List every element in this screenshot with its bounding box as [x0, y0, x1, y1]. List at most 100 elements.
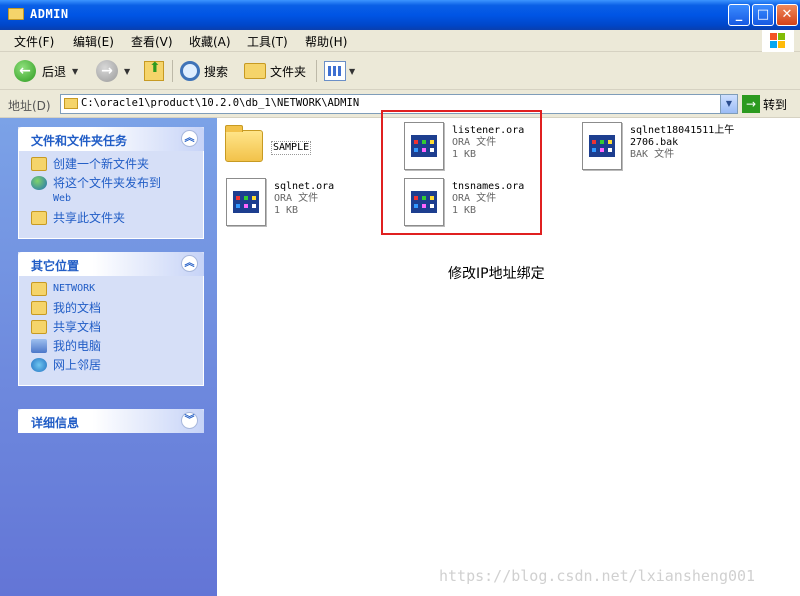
config-file-icon [226, 178, 266, 226]
menu-view[interactable]: 查看(V) [131, 33, 173, 50]
folder-icon [225, 125, 263, 162]
watermark: https://blog.csdn.net/lxiansheng001 [439, 567, 756, 585]
address-value[interactable]: C:\oracle1\product\10.2.0\db_1\NETWORK\A… [81, 97, 359, 109]
share-folder-label: 共享此文件夹 [53, 211, 126, 225]
place-network-label: NETWORK [53, 283, 96, 294]
annotation-text: 修改IP地址绑定 [448, 266, 545, 282]
go-arrow-icon: → [742, 95, 760, 113]
network-places-icon [31, 358, 47, 372]
highlight-box [381, 110, 542, 235]
toolbar-divider [172, 60, 173, 82]
chevron-down-icon[interactable]: ▼ [349, 67, 355, 76]
back-arrow-icon: ← [14, 60, 36, 82]
chevron-down-icon[interactable]: ▼ [72, 67, 78, 76]
back-button[interactable]: ← 后退 ▼ [14, 59, 78, 83]
back-label: 后退 [42, 64, 67, 79]
close-button[interactable]: ✕ [776, 4, 798, 26]
places-panel: 其它位置 ︽ NETWORK 我的文档 共享文档 我的电脑 网上邻居 [18, 252, 204, 386]
details-panel: 详细信息 ︾ [18, 409, 204, 433]
windows-logo-icon [762, 30, 794, 52]
folders-button[interactable]: 文件夹 [244, 59, 306, 83]
task-pane: 文件和文件夹任务 ︽ 创建一个新文件夹 将这个文件夹发布到 Web 共享此文件夹 [0, 118, 217, 596]
maximize-button[interactable]: □ [752, 4, 774, 26]
window-title: ADMIN [30, 7, 69, 21]
file-item-sample[interactable]: SAMPLE [225, 122, 312, 162]
file-list[interactable]: SAMPLE listener.ora ORA 文件 1 KB sqlnet18… [217, 110, 800, 596]
menu-bar: 文件(F) 编辑(E) 查看(V) 收藏(A) 工具(T) 帮助(H) [0, 30, 800, 52]
menu-edit[interactable]: 编辑(E) [73, 33, 114, 50]
folder-icon [31, 282, 47, 296]
toolbar-divider [316, 60, 317, 82]
search-label: 搜索 [204, 64, 229, 79]
file-name: SAMPLE [271, 141, 312, 155]
search-button[interactable]: 搜索 [180, 59, 228, 83]
toolbar: ← 后退 ▼ → ▼ 搜索 文件夹 ▼ [0, 52, 800, 90]
file-name: sqlnet.ora [274, 181, 335, 192]
publish-web-label: 将这个文件夹发布到 [53, 176, 162, 190]
folders-label: 文件夹 [270, 64, 307, 79]
config-file-icon [582, 122, 622, 170]
folder-icon [8, 8, 24, 20]
place-my-computer-link[interactable]: 我的电脑 [31, 339, 203, 353]
tasks-panel-title: 文件和文件夹任务 [31, 134, 128, 148]
places-panel-title: 其它位置 [31, 259, 80, 273]
places-panel-header[interactable]: 其它位置 ︽ [18, 252, 204, 276]
publish-web-text: 将这个文件夹发布到 Web [53, 176, 161, 206]
place-network-places-link[interactable]: 网上邻居 [31, 358, 203, 372]
file-type: ORA 文件 [274, 193, 319, 204]
share-folder-icon [31, 211, 47, 225]
chevron-up-icon[interactable]: ︽ [181, 130, 198, 147]
publish-web-label-web: Web [53, 193, 72, 204]
title-bar[interactable]: ADMIN _ □ ✕ [0, 0, 800, 30]
file-size: 1 KB [274, 205, 299, 216]
place-shared-documents-label: 共享文档 [53, 320, 102, 334]
tasks-panel-body: 创建一个新文件夹 将这个文件夹发布到 Web 共享此文件夹 [18, 151, 204, 239]
go-button[interactable]: → 转到 [742, 95, 787, 113]
forward-button[interactable]: → ▼ [96, 59, 130, 83]
place-network-link[interactable]: NETWORK [31, 282, 203, 296]
up-folder-icon [144, 60, 164, 81]
forward-arrow-icon: → [96, 60, 118, 82]
menu-tools[interactable]: 工具(T) [247, 33, 288, 50]
views-icon [324, 61, 346, 81]
go-label: 转到 [763, 97, 788, 112]
chevron-down-icon[interactable]: ▼ [720, 95, 737, 113]
place-my-documents-link[interactable]: 我的文档 [31, 301, 203, 315]
globe-icon [31, 176, 47, 190]
up-folder-button[interactable] [144, 59, 164, 83]
shared-documents-icon [31, 320, 47, 334]
file-name: sqlnet18041511上午 [630, 125, 735, 136]
place-my-computer-label: 我的电脑 [53, 339, 102, 353]
address-label: 地址(D) [8, 99, 51, 113]
menu-file[interactable]: 文件(F) [14, 33, 54, 50]
views-button[interactable]: ▼ [324, 59, 355, 83]
my-documents-icon [31, 301, 47, 315]
tasks-panel: 文件和文件夹任务 ︽ 创建一个新文件夹 将这个文件夹发布到 Web 共享此文件夹 [18, 127, 204, 239]
file-item-sqlnet[interactable]: sqlnet.ora ORA 文件 1 KB [226, 178, 334, 226]
folder-icon [64, 98, 78, 109]
search-icon [180, 61, 200, 81]
menu-help[interactable]: 帮助(H) [305, 33, 347, 50]
place-shared-documents-link[interactable]: 共享文档 [31, 320, 203, 334]
details-panel-header[interactable]: 详细信息 ︾ [18, 409, 204, 433]
minimize-button[interactable]: _ [728, 4, 750, 26]
details-panel-title: 详细信息 [31, 416, 80, 430]
place-my-documents-label: 我的文档 [53, 301, 102, 315]
file-name-line2: 2706.bak [630, 137, 679, 148]
new-folder-icon [31, 157, 47, 171]
publish-web-link[interactable]: 将这个文件夹发布到 Web [31, 176, 203, 206]
chevron-down-icon[interactable]: ▼ [124, 67, 130, 76]
places-panel-body: NETWORK 我的文档 共享文档 我的电脑 网上邻居 [18, 276, 204, 386]
file-item-sqlnet-bak[interactable]: sqlnet18041511上午 2706.bak BAK 文件 [582, 122, 734, 170]
place-network-places-label: 网上邻居 [53, 358, 102, 372]
computer-icon [31, 339, 47, 353]
new-folder-label: 创建一个新文件夹 [53, 157, 150, 171]
file-type: BAK 文件 [630, 149, 675, 160]
share-folder-link[interactable]: 共享此文件夹 [31, 211, 203, 225]
menu-favorites[interactable]: 收藏(A) [189, 33, 231, 50]
chevron-down-icon[interactable]: ︾ [181, 412, 198, 429]
chevron-up-icon[interactable]: ︽ [181, 255, 198, 272]
folder-icon [244, 63, 266, 79]
new-folder-link[interactable]: 创建一个新文件夹 [31, 157, 203, 171]
tasks-panel-header[interactable]: 文件和文件夹任务 ︽ [18, 127, 204, 151]
